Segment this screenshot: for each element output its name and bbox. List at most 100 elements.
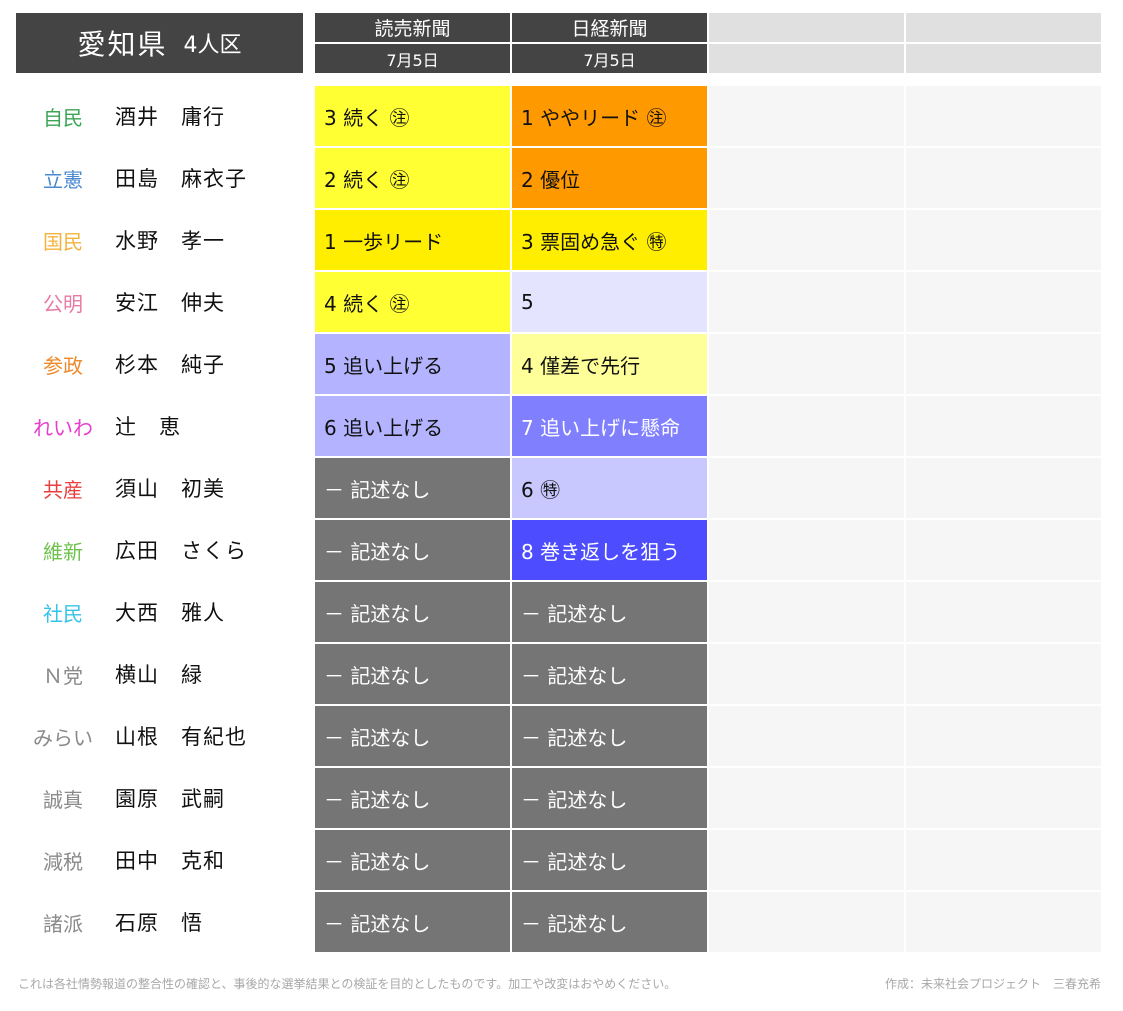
empty-cell [709,520,904,580]
yomiuri-assessment: － 記述なし [315,830,510,890]
empty-cell [709,706,904,766]
nikkei-assessment: － 記述なし [512,706,707,766]
table-row: Ｎ党 横山 緑 － 記述なし－ 記述なし [0,644,1123,704]
empty-cell [906,210,1101,270]
table-row: 共産 須山 初美 － 記述なし 6 ㊕ [0,458,1123,518]
table-row: 公明 安江 伸夫 4 続く ㊟ 5 [0,272,1123,332]
candidate-name: 安江 伸夫 [115,291,225,315]
table-row: 社民 大西 雅人 － 記述なし－ 記述なし [0,582,1123,642]
yomiuri-assessment: 6 追い上げる [315,396,510,456]
nikkei-assessment: 2 優位 [512,148,707,208]
table-row: 諸派 石原 悟 － 記述なし－ 記述なし [0,892,1123,952]
nikkei-assessment: 8 巻き返しを狙う [512,520,707,580]
yomiuri-assessment: － 記述なし [315,644,510,704]
empty-cell [906,334,1101,394]
table-row: 維新 広田 さくら － 記述なし 8 巻き返しを狙う [0,520,1123,580]
party-name: 社民 [43,601,83,626]
table-row: れいわ辻 恵 6 追い上げる 7 追い上げに懸命 [0,396,1123,456]
empty-cell [709,396,904,456]
party-name: 共産 [43,477,83,502]
seat-count: 4人区 [183,33,242,58]
candidate-name: 山根 有紀也 [115,725,247,749]
party-name: 立憲 [43,167,83,192]
candidate-name: 酒井 庸行 [115,105,225,129]
candidate-name: 田中 克和 [115,849,225,873]
candidate-name: 水野 孝一 [115,229,225,253]
empty-cell [906,582,1101,642]
empty-cell [709,148,904,208]
empty-cell [709,644,904,704]
yomiuri-assessment: 1 一歩リード [315,210,510,270]
newspaper-name: 読売新聞 [315,13,510,42]
empty-cell [906,706,1101,766]
party-name: 誠真 [43,787,83,812]
party-name: 国民 [43,229,83,254]
nikkei-assessment: － 記述なし [512,768,707,828]
party-name: 維新 [43,539,83,564]
table-row: 国民 水野 孝一 1 一歩リード 3 票固め急ぐ ㊕ [0,210,1123,270]
newspaper-name [906,13,1101,42]
empty-cell [906,830,1101,890]
empty-cell [906,86,1101,146]
candidate-name: 横山 緑 [115,663,203,687]
empty-cell [709,272,904,332]
table-row: 減税 田中 克和 － 記述なし－ 記述なし [0,830,1123,890]
candidate-name: 広田 さくら [115,539,247,563]
yomiuri-assessment: － 記述なし [315,768,510,828]
table-row: 自民 酒井 庸行 3 続く ㊟ 1 ややリード ㊟ [0,86,1123,146]
empty-cell [709,210,904,270]
empty-cell [906,396,1101,456]
empty-cell [906,768,1101,828]
report-date [906,44,1101,73]
yomiuri-assessment: － 記述なし [315,520,510,580]
yomiuri-assessment: 2 続く ㊟ [315,148,510,208]
empty-cell [709,892,904,952]
yomiuri-assessment: － 記述なし [315,892,510,952]
column-header-empty-1 [709,13,904,73]
candidate-name: 園原 武嗣 [115,787,225,811]
newspaper-name [709,13,904,42]
yomiuri-assessment: － 記述なし [315,706,510,766]
empty-cell [906,644,1101,704]
party-name: みらい [33,725,93,750]
yomiuri-assessment: 4 続く ㊟ [315,272,510,332]
table-row: 誠真 園原 武嗣 － 記述なし－ 記述なし [0,768,1123,828]
empty-cell [709,458,904,518]
empty-cell [709,334,904,394]
party-name: 減税 [43,849,83,874]
empty-cell [906,272,1101,332]
empty-cell [906,148,1101,208]
party-name: れいわ [33,415,93,440]
nikkei-assessment: 5 [512,272,707,332]
report-date: 7月5日 [512,44,707,73]
credit-text: 作成：未来社会プロジェクト 三春充希 [884,977,1101,991]
empty-cell [709,86,904,146]
party-name: 参政 [43,353,83,378]
yomiuri-assessment: － 記述なし [315,582,510,642]
disclaimer-text: これは各社情勢報道の整合性の確認と、事後的な選挙結果との検証を目的としたものです… [18,977,677,991]
prefecture-name: 愛知県 [77,28,168,61]
party-name: Ｎ党 [43,663,83,688]
yomiuri-assessment: － 記述なし [315,458,510,518]
empty-cell [906,520,1101,580]
nikkei-assessment: 3 票固め急ぐ ㊕ [512,210,707,270]
report-date [709,44,904,73]
table-row: 参政 杉本 純子 5 追い上げる 4 僅差で先行 [0,334,1123,394]
yomiuri-assessment: 5 追い上げる [315,334,510,394]
empty-cell [906,458,1101,518]
nikkei-assessment: 6 ㊕ [512,458,707,518]
party-name: 公明 [43,291,83,316]
candidate-name: 石原 悟 [115,911,203,935]
empty-cell [709,830,904,890]
nikkei-assessment: 4 僅差で先行 [512,334,707,394]
nikkei-assessment: － 記述なし [512,582,707,642]
table-title: 愛知県 4人区 [16,13,303,73]
newspaper-name: 日経新聞 [512,13,707,42]
report-date: 7月5日 [315,44,510,73]
nikkei-assessment: 1 ややリード ㊟ [512,86,707,146]
nikkei-assessment: － 記述なし [512,644,707,704]
empty-cell [709,582,904,642]
party-name: 諸派 [43,911,83,936]
party-name: 自民 [43,105,83,130]
candidate-name: 田島 麻衣子 [115,167,247,191]
